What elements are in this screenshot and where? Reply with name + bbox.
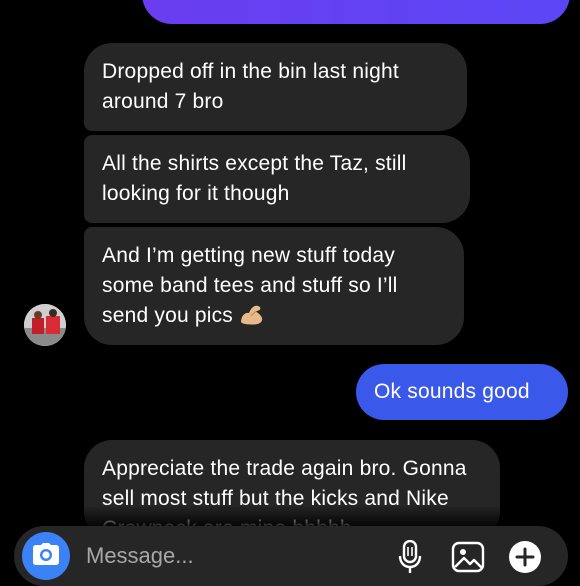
flexed-biceps-emoji [239, 302, 267, 326]
message-thread[interactable]: up Dropped off in the bin last night aro… [0, 0, 580, 580]
gallery-icon[interactable] [450, 540, 486, 574]
camera-icon [33, 542, 59, 570]
received-message-bubble[interactable]: And I’m getting new stuff today some ban… [84, 227, 464, 345]
camera-button[interactable] [22, 532, 70, 580]
scroll-fade [0, 505, 580, 527]
contact-avatar[interactable] [24, 304, 66, 346]
message-input[interactable]: Message... [86, 543, 194, 569]
received-message-bubble[interactable]: Dropped off in the bin last night around… [84, 43, 467, 131]
message-text: Ok sounds good [374, 380, 530, 403]
message-text: All the shirts except the Taz, still loo… [102, 152, 407, 205]
received-message-bubble[interactable]: All the shirts except the Taz, still loo… [84, 135, 470, 223]
message-composer[interactable]: Message... [14, 526, 568, 586]
sent-message-bubble[interactable]: Ok sounds good [356, 364, 568, 420]
plus-icon[interactable] [508, 540, 542, 574]
sent-message-bubble[interactable]: up [142, 0, 570, 24]
message-text: Dropped off in the bin last night around… [102, 60, 399, 113]
microphone-icon[interactable] [394, 540, 426, 574]
